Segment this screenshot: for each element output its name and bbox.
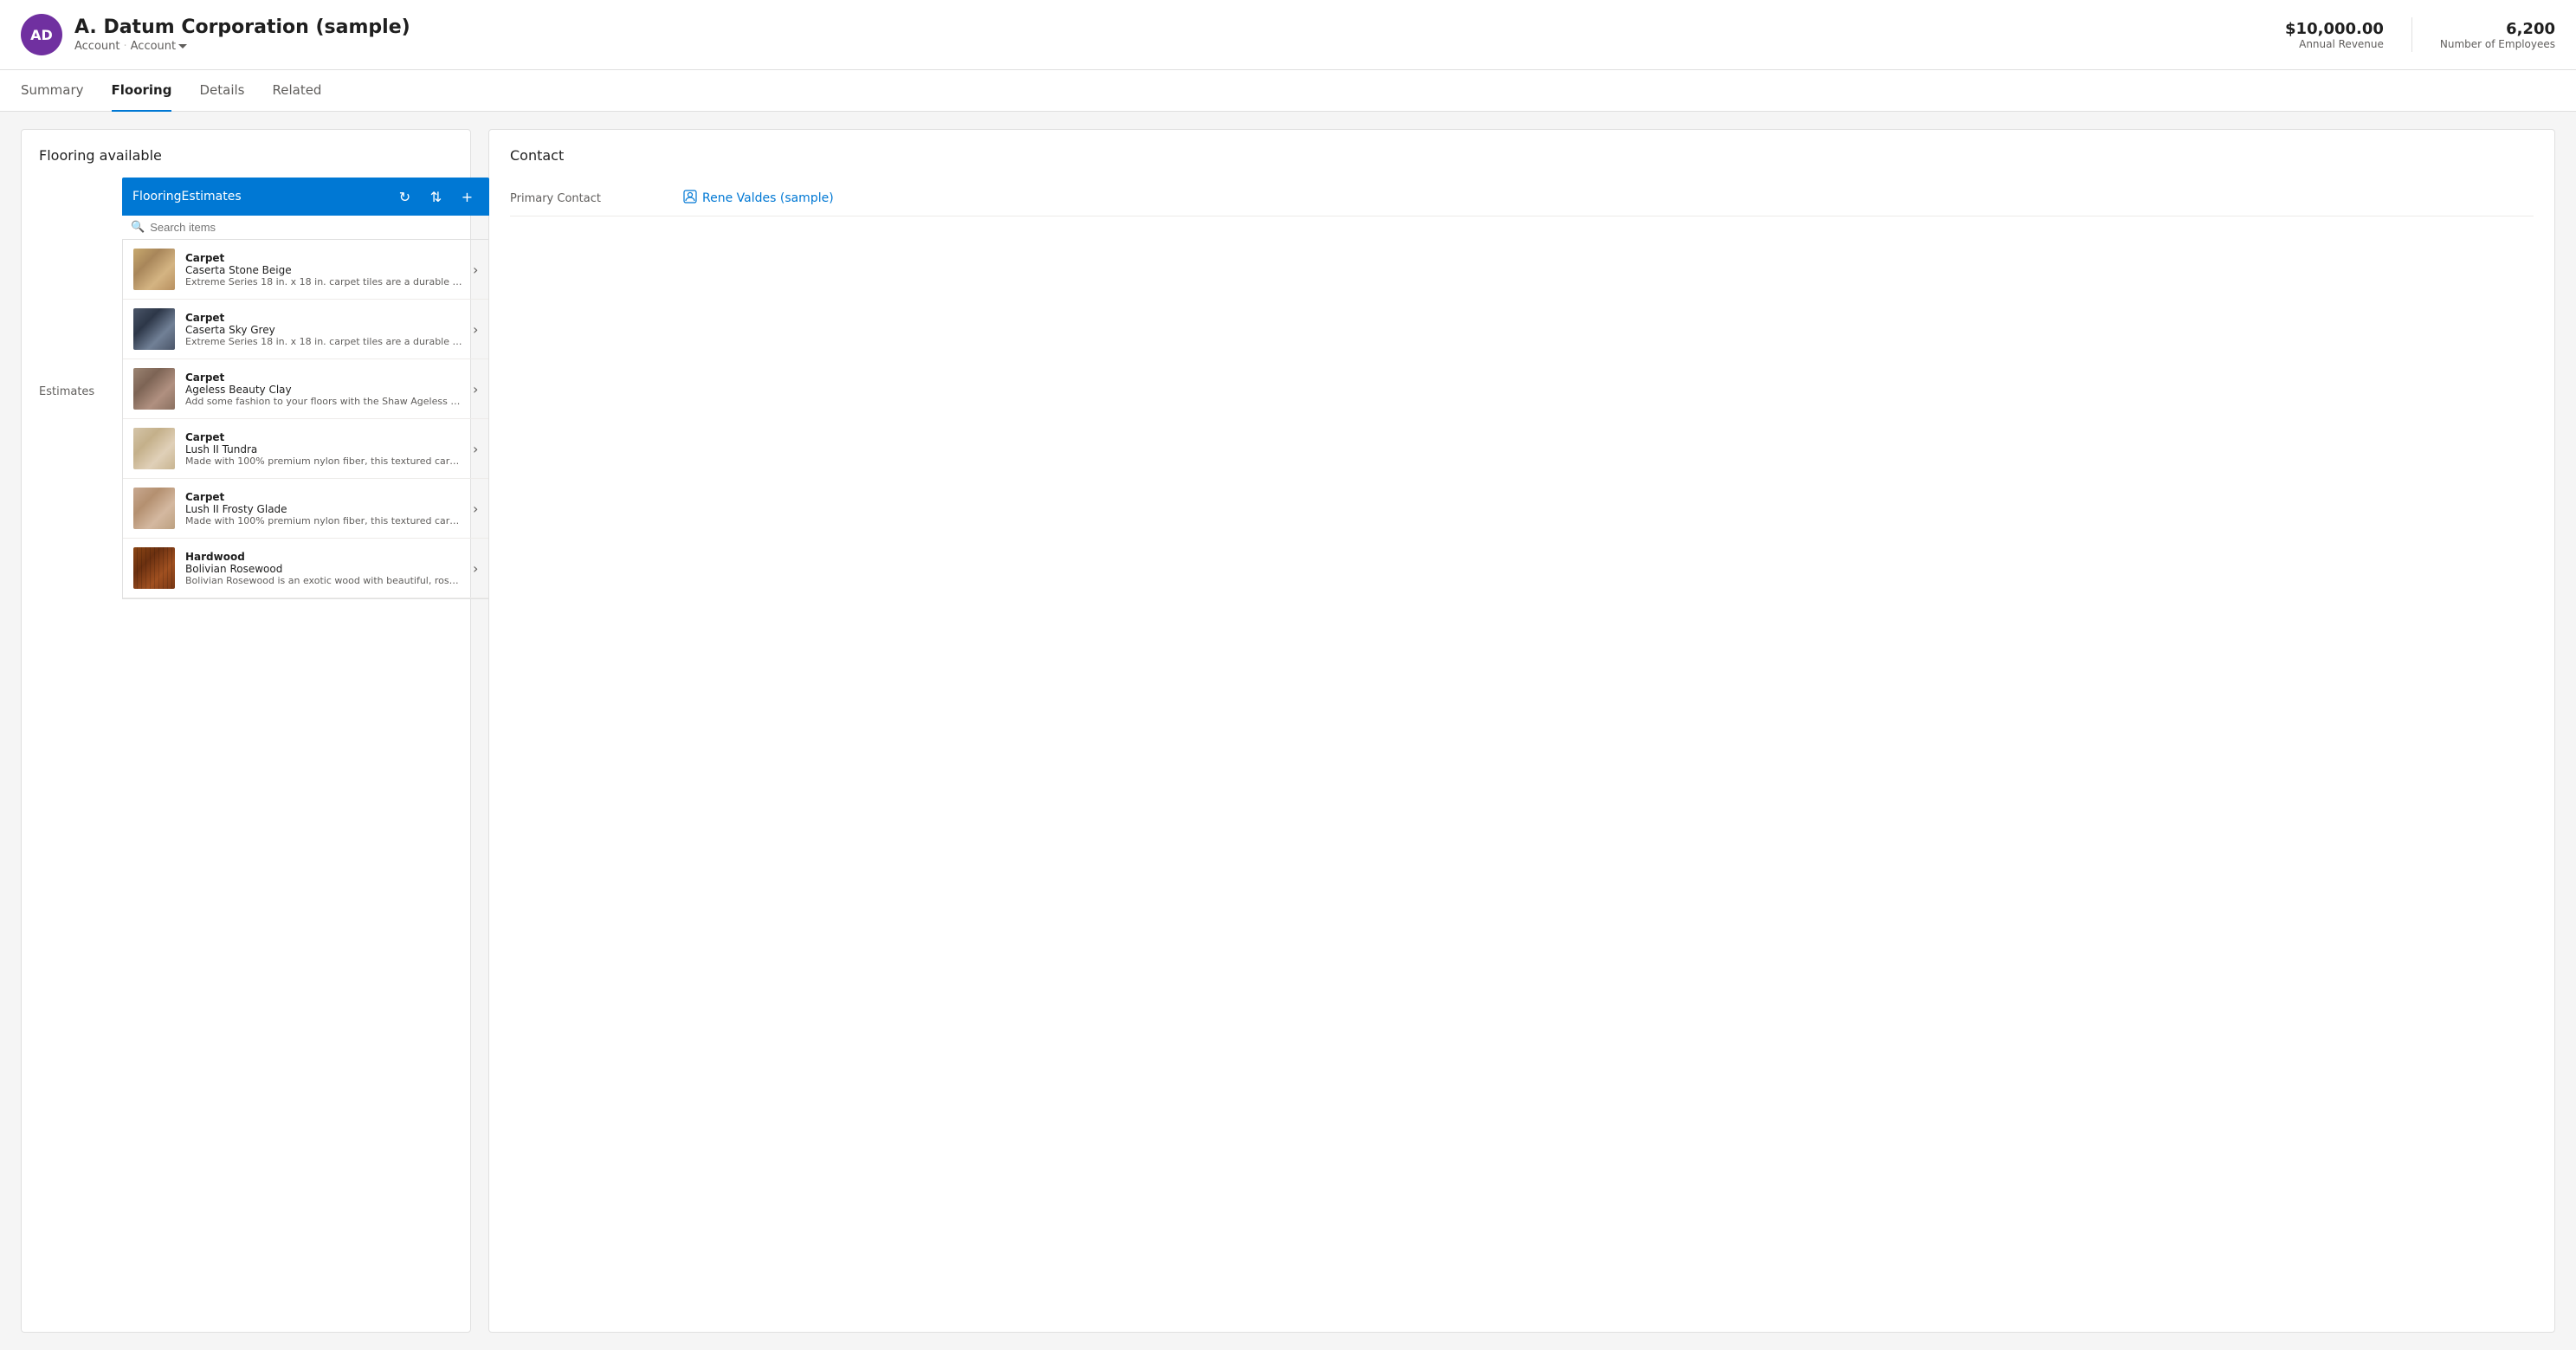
product-list: Carpet Caserta Stone Beige Extreme Serie… bbox=[122, 240, 489, 599]
product-description: Bolivian Rosewood is an exotic wood with… bbox=[185, 575, 462, 586]
product-name: Caserta Sky Grey bbox=[185, 324, 462, 336]
product-category: Hardwood bbox=[185, 551, 462, 563]
chevron-right-icon: › bbox=[473, 441, 478, 457]
breadcrumb-account2-dropdown[interactable]: Account bbox=[131, 40, 188, 53]
product-thumbnail bbox=[133, 547, 175, 589]
list-item[interactable]: Carpet Caserta Stone Beige Extreme Serie… bbox=[123, 240, 488, 300]
product-name: Bolivian Rosewood bbox=[185, 563, 462, 575]
chevron-right-icon: › bbox=[473, 560, 478, 577]
right-panel: Contact Primary Contact Rene Valdes (sam… bbox=[488, 129, 2555, 1333]
search-icon: 🔍 bbox=[131, 221, 145, 234]
toolbar-title: FlooringEstimates bbox=[132, 190, 385, 203]
contact-icon bbox=[683, 190, 697, 207]
header-left: AD A. Datum Corporation (sample) Account… bbox=[21, 14, 410, 55]
product-thumbnail bbox=[133, 488, 175, 529]
tab-related[interactable]: Related bbox=[272, 70, 321, 112]
product-info: Carpet Caserta Stone Beige Extreme Serie… bbox=[185, 252, 462, 287]
left-panel: Flooring available Estimates FlooringEst… bbox=[21, 129, 471, 1333]
header-stats: $10,000.00 Annual Revenue 6,200 Number o… bbox=[2285, 17, 2555, 52]
nav-tabs: Summary Flooring Details Related bbox=[0, 70, 2576, 112]
primary-contact-name: Rene Valdes (sample) bbox=[702, 191, 834, 205]
list-item[interactable]: Carpet Caserta Sky Grey Extreme Series 1… bbox=[123, 300, 488, 359]
search-input[interactable] bbox=[150, 221, 481, 234]
chevron-right-icon: › bbox=[473, 501, 478, 517]
sort-button[interactable]: ⇅ bbox=[423, 184, 448, 209]
product-description: Extreme Series 18 in. x 18 in. carpet ti… bbox=[185, 276, 462, 287]
chevron-down-icon bbox=[178, 44, 187, 48]
list-wrapper: Estimates FlooringEstimates ↻ ⇅ + 🔍 bbox=[39, 178, 453, 599]
product-thumbnail bbox=[133, 428, 175, 469]
chevron-right-icon: › bbox=[473, 381, 478, 397]
tab-details[interactable]: Details bbox=[199, 70, 244, 112]
product-info: Carpet Ageless Beauty Clay Add some fash… bbox=[185, 371, 462, 407]
product-name: Lush II Tundra bbox=[185, 443, 462, 455]
product-category: Carpet bbox=[185, 431, 462, 443]
product-thumbnail bbox=[133, 249, 175, 290]
product-category: Carpet bbox=[185, 371, 462, 384]
list-item[interactable]: Carpet Ageless Beauty Clay Add some fash… bbox=[123, 359, 488, 419]
primary-contact-label: Primary Contact bbox=[510, 192, 666, 205]
breadcrumb-account1: Account bbox=[74, 40, 120, 53]
product-description: Extreme Series 18 in. x 18 in. carpet ti… bbox=[185, 336, 462, 347]
product-description: Made with 100% premium nylon fiber, this… bbox=[185, 455, 462, 467]
product-thumbnail bbox=[133, 368, 175, 410]
stat-annual-revenue: $10,000.00 Annual Revenue bbox=[2285, 20, 2384, 50]
refresh-button[interactable]: ↻ bbox=[392, 184, 416, 209]
search-bar: 🔍 bbox=[122, 216, 489, 240]
tab-summary[interactable]: Summary bbox=[21, 70, 84, 112]
list-item[interactable]: Carpet Lush II Frosty Glade Made with 10… bbox=[123, 479, 488, 539]
primary-contact-link[interactable]: Rene Valdes (sample) bbox=[683, 190, 834, 207]
left-panel-title: Flooring available bbox=[39, 147, 453, 164]
avatar: AD bbox=[21, 14, 62, 55]
estimates-side-label: Estimates bbox=[39, 178, 108, 599]
product-name: Caserta Stone Beige bbox=[185, 264, 462, 276]
flooring-estimates-toolbar: FlooringEstimates ↻ ⇅ + bbox=[122, 178, 489, 216]
page-title: A. Datum Corporation (sample) bbox=[74, 16, 410, 38]
product-info: Hardwood Bolivian Rosewood Bolivian Rose… bbox=[185, 551, 462, 586]
employees-label: Number of Employees bbox=[2440, 38, 2555, 50]
breadcrumb-sep: · bbox=[124, 40, 127, 53]
header-divider bbox=[2411, 17, 2412, 52]
list-item[interactable]: Carpet Lush II Tundra Made with 100% pre… bbox=[123, 419, 488, 479]
list-item[interactable]: Hardwood Bolivian Rosewood Bolivian Rose… bbox=[123, 539, 488, 598]
add-button[interactable]: + bbox=[455, 184, 479, 209]
product-info: Carpet Caserta Sky Grey Extreme Series 1… bbox=[185, 312, 462, 347]
product-description: Made with 100% premium nylon fiber, this… bbox=[185, 515, 462, 526]
chevron-right-icon: › bbox=[473, 262, 478, 278]
product-name: Lush II Frosty Glade bbox=[185, 503, 462, 515]
contact-title: Contact bbox=[510, 147, 2534, 164]
chevron-right-icon: › bbox=[473, 321, 478, 338]
tab-flooring[interactable]: Flooring bbox=[112, 70, 172, 112]
product-category: Carpet bbox=[185, 312, 462, 324]
header-info: A. Datum Corporation (sample) Account · … bbox=[74, 16, 410, 53]
main-content: Flooring available Estimates FlooringEst… bbox=[0, 112, 2576, 1350]
product-category: Carpet bbox=[185, 491, 462, 503]
annual-revenue-value: $10,000.00 bbox=[2285, 20, 2384, 38]
employees-value: 6,200 bbox=[2440, 20, 2555, 38]
product-category: Carpet bbox=[185, 252, 462, 264]
header: AD A. Datum Corporation (sample) Account… bbox=[0, 0, 2576, 70]
product-description: Add some fashion to your floors with the… bbox=[185, 396, 462, 407]
product-list-col: FlooringEstimates ↻ ⇅ + 🔍 Carpet Caserta… bbox=[122, 178, 489, 599]
product-name: Ageless Beauty Clay bbox=[185, 384, 462, 396]
product-info: Carpet Lush II Frosty Glade Made with 10… bbox=[185, 491, 462, 526]
primary-contact-row: Primary Contact Rene Valdes (sample) bbox=[510, 181, 2534, 216]
stat-employees: 6,200 Number of Employees bbox=[2440, 20, 2555, 50]
product-thumbnail bbox=[133, 308, 175, 350]
breadcrumb: Account · Account bbox=[74, 40, 410, 53]
product-info: Carpet Lush II Tundra Made with 100% pre… bbox=[185, 431, 462, 467]
annual-revenue-label: Annual Revenue bbox=[2285, 38, 2384, 50]
